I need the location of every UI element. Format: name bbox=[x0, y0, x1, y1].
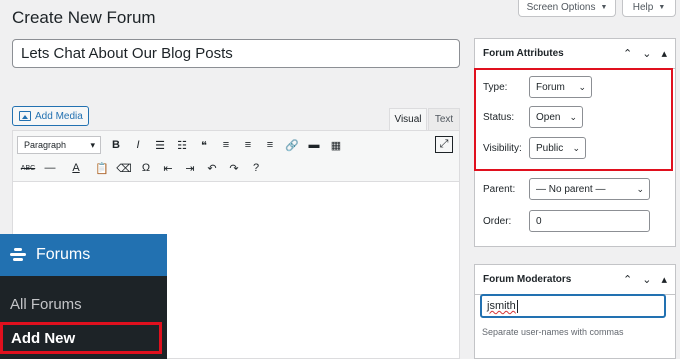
numbered-list-icon[interactable]: ☷ bbox=[171, 135, 193, 155]
undo-icon[interactable]: ↶ bbox=[201, 158, 223, 178]
media-icon bbox=[19, 111, 31, 121]
help-icon[interactable]: ? bbox=[245, 158, 267, 178]
strikethrough-icon[interactable]: ABC bbox=[17, 158, 39, 178]
forums-icon bbox=[10, 247, 26, 263]
sidebar-header-label: Forums bbox=[36, 246, 91, 263]
order-label: Order: bbox=[483, 215, 512, 227]
move-down-icon[interactable]: ⌄ bbox=[642, 273, 651, 286]
moderators-input[interactable]: jsmith bbox=[480, 294, 666, 318]
sidebar-item-add-new[interactable]: Add New bbox=[0, 322, 162, 354]
order-row: Order: 0 bbox=[483, 210, 650, 232]
move-up-icon[interactable]: ⌃ bbox=[623, 47, 632, 60]
tab-text[interactable]: Text bbox=[428, 108, 460, 130]
add-media-button[interactable]: Add Media bbox=[12, 106, 89, 126]
read-more-icon[interactable]: ▬ bbox=[303, 135, 325, 155]
forum-moderators-header: Forum Moderators ⌃ ⌄ ▴ bbox=[475, 265, 675, 295]
page-title: Create New Forum bbox=[12, 8, 156, 27]
caret-down-icon: ▼ bbox=[600, 4, 608, 11]
screen-options-label: Screen Options bbox=[526, 2, 596, 13]
bullet-list-icon[interactable]: ☰ bbox=[149, 135, 171, 155]
sidebar-item-all-forums[interactable]: All Forums bbox=[0, 296, 167, 313]
special-character-icon[interactable]: Ω bbox=[135, 158, 157, 178]
forum-title-input[interactable]: Lets Chat About Our Blog Posts bbox=[12, 39, 460, 68]
chevron-down-icon: ⌄ bbox=[636, 183, 644, 194]
move-down-icon[interactable]: ⌄ bbox=[642, 47, 651, 60]
sidebar-item-forums[interactable]: Forums bbox=[0, 234, 167, 276]
forum-attributes-header: Forum Attributes ⌃ ⌄ ▴ bbox=[475, 39, 675, 69]
chevron-down-icon: ▾ bbox=[90, 139, 95, 150]
align-center-icon[interactable]: ≡ bbox=[237, 135, 259, 155]
moderators-help-text: Separate user-names with commas bbox=[482, 327, 624, 337]
align-left-icon[interactable]: ≡ bbox=[215, 135, 237, 155]
toolbar-toggle-icon[interactable]: ▦ bbox=[325, 135, 347, 155]
forum-moderators-title: Forum Moderators bbox=[483, 274, 572, 285]
text-color-icon[interactable]: A bbox=[61, 158, 91, 178]
parent-label: Parent: bbox=[483, 183, 516, 195]
outdent-icon[interactable]: ⇤ bbox=[157, 158, 179, 178]
moderators-input-value: jsmith bbox=[487, 300, 516, 312]
parent-select-value: — No parent — bbox=[536, 183, 606, 195]
toolbar-row-1: Paragraph ▾ B I ☰ ☷ ❝ ≡ ≡ ≡ 🔗 ▬ ▦ bbox=[17, 134, 347, 156]
fullscreen-icon[interactable]: ⤢ bbox=[435, 136, 453, 153]
forum-attributes-title: Forum Attributes bbox=[483, 48, 564, 59]
help-label: Help bbox=[632, 2, 654, 13]
add-media-label: Add Media bbox=[35, 110, 83, 122]
bold-icon[interactable]: B bbox=[105, 135, 127, 155]
collapse-icon[interactable]: ▴ bbox=[661, 273, 667, 286]
admin-sidebar: Forums All Forums Add New bbox=[0, 234, 167, 359]
format-select-value: Paragraph bbox=[24, 140, 67, 150]
parent-select[interactable]: — No parent — ⌄ bbox=[529, 178, 650, 200]
help-tab[interactable]: Help ▼ bbox=[622, 0, 676, 17]
redo-icon[interactable]: ↷ bbox=[223, 158, 245, 178]
clear-formatting-icon[interactable]: ⌫ bbox=[113, 158, 135, 178]
paste-text-icon[interactable]: 📋 bbox=[91, 158, 113, 178]
attributes-highlight bbox=[474, 68, 673, 171]
text-caret bbox=[516, 299, 518, 313]
move-up-icon[interactable]: ⌃ bbox=[623, 273, 632, 286]
caret-down-icon: ▼ bbox=[658, 4, 666, 11]
format-select[interactable]: Paragraph ▾ bbox=[17, 136, 101, 154]
collapse-icon[interactable]: ▴ bbox=[661, 47, 667, 60]
toolbar-row-2: ABC — A 📋 ⌫ Ω ⇤ ⇥ ↶ ↷? bbox=[17, 157, 267, 179]
tab-visual[interactable]: Visual bbox=[389, 108, 427, 130]
parent-row: Parent: — No parent — ⌄ bbox=[483, 178, 650, 200]
align-right-icon[interactable]: ≡ bbox=[259, 135, 281, 155]
horizontal-line-icon[interactable]: — bbox=[39, 158, 61, 178]
editor-toolbar: Paragraph ▾ B I ☰ ☷ ❝ ≡ ≡ ≡ 🔗 ▬ ▦ ABC — A 📋 ⌫ Ω ⇤ ⇥ ↶ ↷? ⤢ bbox=[13, 131, 459, 182]
indent-icon[interactable]: ⇥ bbox=[179, 158, 201, 178]
link-icon[interactable]: 🔗 bbox=[281, 135, 303, 155]
italic-icon[interactable]: I bbox=[127, 135, 149, 155]
screen-options-tab[interactable]: Screen Options ▼ bbox=[518, 0, 616, 17]
order-input[interactable]: 0 bbox=[529, 210, 650, 232]
blockquote-icon[interactable]: ❝ bbox=[193, 135, 215, 155]
